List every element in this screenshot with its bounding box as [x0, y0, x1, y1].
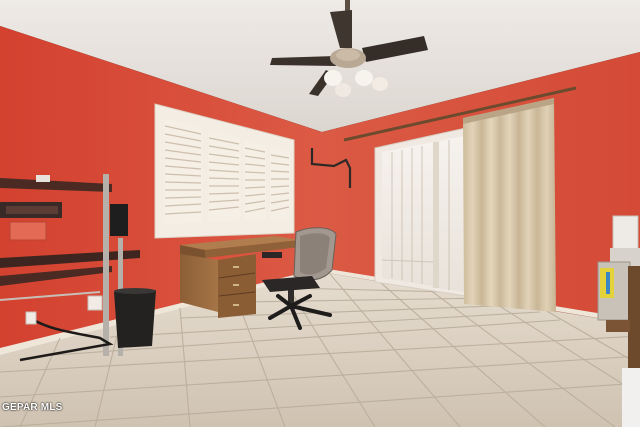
room-photo: GEPAR MLS — [0, 0, 640, 427]
watermark-text: GEPAR MLS — [2, 402, 63, 413]
sliding-door — [374, 127, 467, 297]
trash-can — [114, 288, 156, 348]
curtain — [463, 98, 556, 312]
room-illustration — [0, 0, 640, 427]
